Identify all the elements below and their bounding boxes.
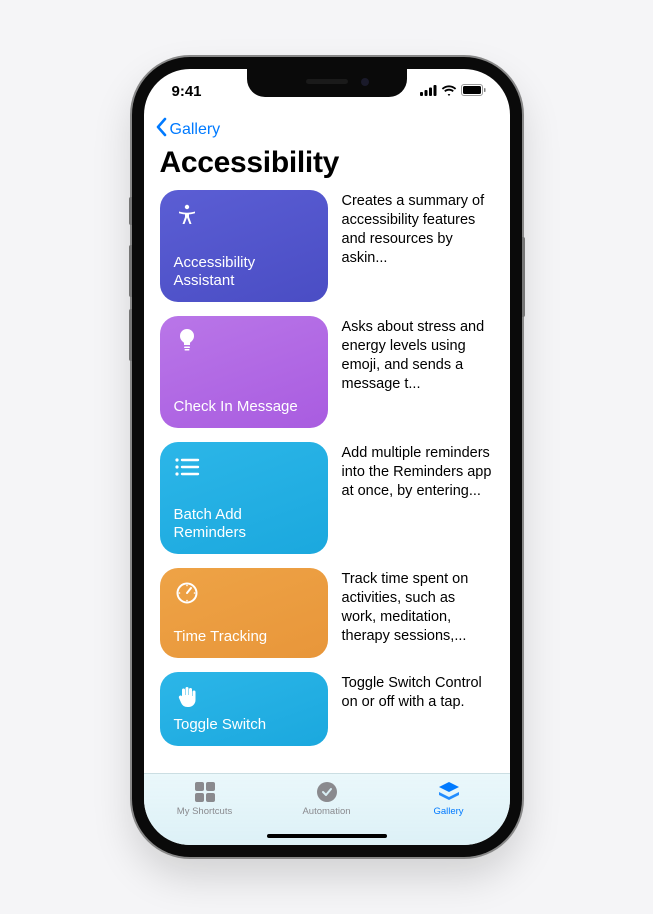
shortcut-description: Asks about stress and energy levels usin…	[342, 316, 494, 428]
screen: 9:41 Gallery Accessibility	[144, 69, 510, 845]
shortcut-title: Time Tracking	[174, 628, 314, 646]
shortcut-title: Accessibility Assistant	[174, 254, 314, 290]
battery-icon	[461, 83, 486, 100]
tab-automation[interactable]: Automation	[282, 780, 372, 817]
shortcut-description: Track time spent on activities, such as …	[342, 568, 494, 658]
shortcut-card-accessibility-assistant[interactable]: Accessibility Assistant	[160, 190, 328, 302]
tab-label: Automation	[302, 806, 350, 817]
shortcuts-list[interactable]: Accessibility Assistant Creates a summar…	[144, 190, 510, 773]
shortcut-item[interactable]: Batch Add Reminders Add multiple reminde…	[160, 442, 494, 554]
shortcut-description: Add multiple reminders into the Reminder…	[342, 442, 494, 554]
page-title: Accessibility	[144, 142, 510, 190]
checkmark-seal-icon	[314, 780, 340, 804]
back-label: Gallery	[170, 121, 221, 139]
back-button[interactable]: Gallery	[154, 117, 221, 142]
grid-icon	[192, 780, 218, 804]
notch	[247, 69, 407, 97]
tab-label: My Shortcuts	[177, 806, 232, 817]
shortcut-title: Toggle Switch	[174, 716, 314, 734]
gauge-icon	[174, 580, 200, 606]
shortcut-description: Toggle Switch Control on or off with a t…	[342, 672, 494, 746]
hand-raised-icon	[174, 684, 200, 710]
stack-icon	[436, 780, 462, 804]
shortcut-title: Batch Add Reminders	[174, 506, 314, 542]
shortcut-card-batch-add-reminders[interactable]: Batch Add Reminders	[160, 442, 328, 554]
shortcut-title: Check In Message	[174, 398, 314, 416]
cellular-signal-icon	[420, 83, 437, 100]
tab-label: Gallery	[433, 806, 463, 817]
phone-device-frame: 9:41 Gallery Accessibility	[132, 57, 522, 857]
shortcut-card-check-in-message[interactable]: Check In Message	[160, 316, 328, 428]
tab-gallery[interactable]: Gallery	[404, 780, 494, 817]
list-bullet-icon	[174, 454, 200, 480]
status-time: 9:41	[172, 83, 202, 100]
shortcut-description: Creates a summary of accessibility featu…	[342, 190, 494, 302]
shortcut-card-time-tracking[interactable]: Time Tracking	[160, 568, 328, 658]
shortcut-item[interactable]: Toggle Switch Toggle Switch Control on o…	[160, 672, 494, 746]
tab-my-shortcuts[interactable]: My Shortcuts	[160, 780, 250, 817]
accessibility-figure-icon	[174, 202, 200, 228]
chevron-left-icon	[154, 117, 168, 142]
shortcut-item[interactable]: Accessibility Assistant Creates a summar…	[160, 190, 494, 302]
nav-bar: Gallery	[144, 113, 510, 142]
shortcut-item[interactable]: Time Tracking Track time spent on activi…	[160, 568, 494, 658]
tab-bar: My Shortcuts Automation Gallery	[144, 773, 510, 845]
home-indicator[interactable]	[267, 834, 387, 838]
shortcut-card-toggle-switch[interactable]: Toggle Switch	[160, 672, 328, 746]
shortcut-item[interactable]: Check In Message Asks about stress and e…	[160, 316, 494, 428]
wifi-icon	[441, 83, 457, 100]
lightbulb-icon	[174, 328, 200, 354]
